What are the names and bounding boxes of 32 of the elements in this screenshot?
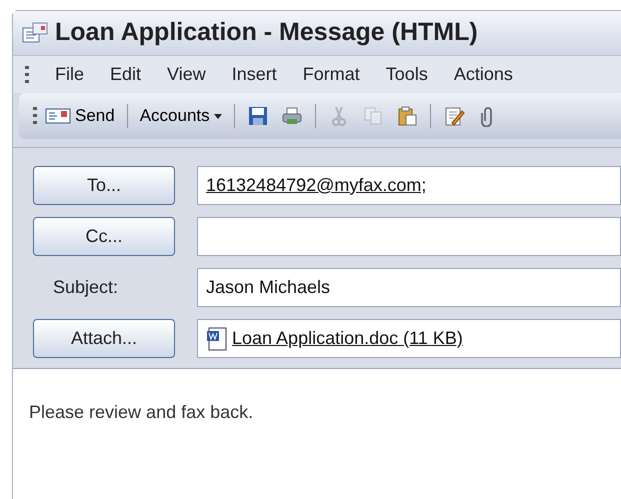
menu-item[interactable]: Tools	[386, 61, 428, 88]
menu-item[interactable]: File	[55, 61, 84, 88]
envelope-icon	[45, 108, 71, 124]
attachment-link[interactable]: Loan Application.doc (11 KB)	[232, 325, 463, 352]
caret-icon	[214, 114, 222, 118]
printer-icon[interactable]	[280, 105, 303, 127]
field-button[interactable]: To...	[33, 166, 175, 205]
body-text: Please review and fax back.	[29, 401, 254, 424]
send-button[interactable]: Send	[41, 103, 119, 129]
accounts-dropdown[interactable]: Accounts	[136, 103, 226, 129]
menu-item[interactable]: View	[167, 61, 206, 88]
input-field[interactable]: 16132484792@myfax.com;	[197, 166, 621, 205]
window-title: Loan Application - Message (HTML)	[55, 17, 478, 48]
attachment-field[interactable]: Loan Application.doc (11 KB)	[197, 319, 621, 358]
input-field[interactable]	[197, 217, 621, 256]
menu-item[interactable]: Actions	[454, 61, 513, 88]
field-value: Jason Michaels	[206, 276, 330, 299]
menu-item[interactable]: Format	[302, 61, 360, 88]
pencil-document-icon[interactable]	[442, 105, 465, 127]
menu-item[interactable]: Edit	[110, 61, 142, 88]
field-button[interactable]: Attach...	[33, 319, 175, 358]
subject-label: Subject:	[52, 276, 120, 299]
field-value: 16132484792@myfax.com;	[206, 174, 426, 197]
menu-item[interactable]: Insert	[232, 61, 277, 88]
input-field[interactable]: Jason Michaels	[197, 268, 621, 307]
save-icon[interactable]	[246, 105, 269, 127]
menu-grip-icon[interactable]	[25, 64, 29, 84]
document-icon	[206, 326, 228, 350]
clipboard-icon[interactable]	[396, 105, 418, 127]
message-body[interactable]: Please review and fax back.	[13, 368, 621, 499]
toolbar-grip-icon[interactable]	[33, 106, 37, 126]
field-button[interactable]: Cc...	[33, 217, 175, 256]
